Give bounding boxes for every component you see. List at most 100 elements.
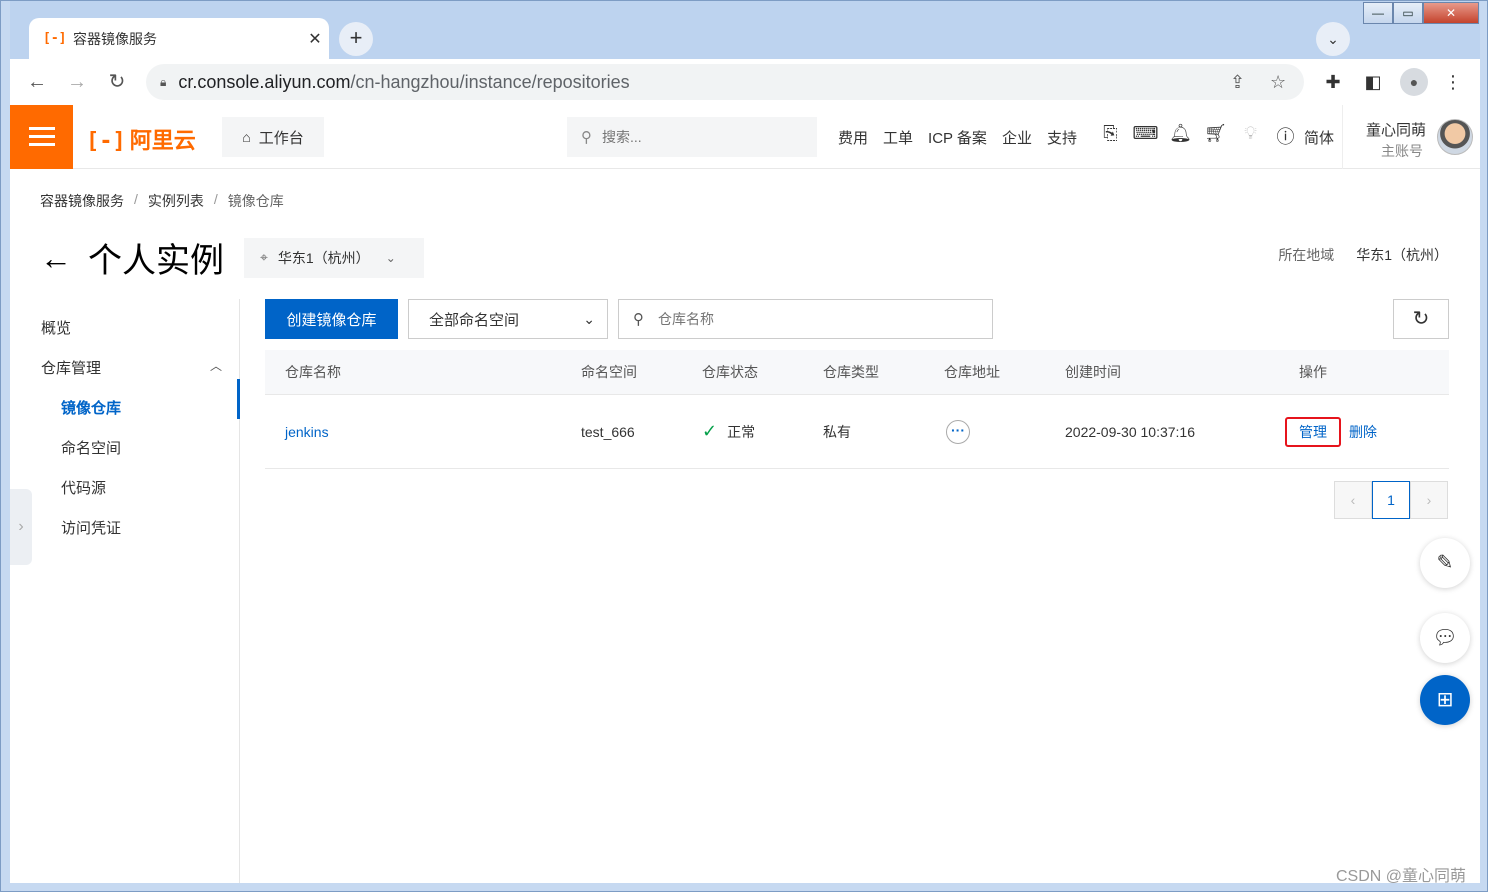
workbench-button[interactable]: ⌂ 工作台 bbox=[222, 117, 324, 157]
profile-avatar-icon[interactable]: ● bbox=[1400, 68, 1428, 96]
repo-search[interactable]: ⚲ bbox=[618, 299, 993, 339]
sidenav-repo-management[interactable]: 仓库管理 bbox=[41, 357, 101, 378]
help-icon[interactable]: ⓘ bbox=[1268, 123, 1303, 149]
topnav-icp[interactable]: ICP 备案 bbox=[928, 127, 987, 148]
lock-icon: 🔒︎ bbox=[160, 74, 167, 89]
back-icon[interactable]: ← bbox=[22, 67, 52, 97]
chat-icon[interactable]: 💬︎ bbox=[1420, 613, 1470, 663]
watermark: CSDN @童心同萌 bbox=[1336, 868, 1467, 885]
sidebar-toggle-chevron-icon[interactable]: › bbox=[10, 489, 32, 565]
console-page: [-]阿里云 ⌂ 工作台 ⚲ 费用 工单 ICP 备案 企业 支持 ⎘ ⌨ 🔔︎… bbox=[10, 105, 1480, 883]
repo-status: ✓ 正常 bbox=[702, 421, 756, 441]
language-switch[interactable]: 简体 bbox=[1304, 127, 1334, 148]
refresh-button[interactable]: ↻ bbox=[1393, 299, 1449, 339]
repo-namespace: test_666 bbox=[581, 423, 635, 440]
next-page-chevron-icon[interactable]: › bbox=[1410, 481, 1448, 519]
new-tab-button[interactable]: + bbox=[339, 22, 373, 56]
topnav-support[interactable]: 支持 bbox=[1047, 127, 1077, 148]
avatar[interactable] bbox=[1437, 119, 1473, 155]
col-address: 仓库地址 bbox=[944, 364, 1000, 380]
address-bar[interactable]: 🔒︎ cr.console.aliyun.com/cn-hangzhou/ins… bbox=[146, 64, 1304, 100]
breadcrumb: 容器镜像服务 / 实例列表 / 镜像仓库 bbox=[40, 191, 284, 211]
url-text: cr.console.aliyun.com/cn-hangzhou/instan… bbox=[178, 71, 630, 92]
create-repo-button[interactable]: 创建镜像仓库 bbox=[265, 299, 398, 339]
search-icon: ⚲ bbox=[581, 129, 592, 146]
window-close-button[interactable]: ✕ bbox=[1423, 2, 1479, 24]
col-repo-name: 仓库名称 bbox=[285, 364, 341, 380]
console-topbar: [-]阿里云 ⌂ 工作台 ⚲ 费用 工单 ICP 备案 企业 支持 ⎘ ⌨ 🔔︎… bbox=[10, 105, 1480, 169]
apps-grid-icon[interactable]: ⊞ bbox=[1420, 675, 1470, 725]
api-icon[interactable]: ⎘ bbox=[1093, 123, 1128, 149]
region-value: 华东1（杭州） bbox=[1356, 247, 1448, 263]
sidenav-code-source[interactable]: 代码源 bbox=[61, 477, 106, 498]
chevron-down-icon: ⌄ bbox=[385, 250, 396, 265]
top-links: 费用 工单 ICP 备案 企业 支持 bbox=[838, 127, 1092, 148]
namespace-select[interactable]: 全部命名空间 ⌄ bbox=[408, 299, 608, 339]
aliyun-favicon-icon: [-] bbox=[43, 30, 67, 46]
forward-icon[interactable]: → bbox=[62, 67, 92, 97]
window-controls: — ▭ ✕ bbox=[1363, 2, 1479, 24]
sidenav-namespace[interactable]: 命名空间 bbox=[61, 437, 121, 458]
extensions-puzzle-icon[interactable]: ✚ bbox=[1320, 69, 1346, 95]
pagination: ‹ 1 › bbox=[1334, 481, 1448, 519]
repo-actions: 管理 删除 bbox=[1285, 395, 1377, 468]
global-search-input[interactable] bbox=[602, 129, 792, 145]
share-icon[interactable]: ⇪ bbox=[1230, 72, 1245, 93]
global-search[interactable]: ⚲ bbox=[567, 117, 817, 157]
repo-type: 私有 bbox=[823, 423, 851, 440]
repo-name-link[interactable]: jenkins bbox=[285, 395, 329, 468]
chevron-up-icon[interactable]: ︿ bbox=[210, 357, 222, 374]
terminal-icon[interactable]: ⌨ bbox=[1128, 123, 1163, 149]
manage-link[interactable]: 管理 bbox=[1285, 416, 1341, 447]
cart-icon[interactable]: 🛒︎ bbox=[1198, 123, 1233, 149]
col-actions: 操作 bbox=[1299, 364, 1327, 380]
top-icons: ⎘ ⌨ 🔔︎ 🛒︎ 💡︎ ⓘ bbox=[1093, 123, 1303, 149]
edit-pencil-icon[interactable]: ✎ bbox=[1420, 538, 1470, 588]
topnav-enterprise[interactable]: 企业 bbox=[1002, 127, 1032, 148]
aliyun-logo[interactable]: [-] 阿里云 bbox=[86, 123, 196, 155]
sidenav-image-repo[interactable]: 镜像仓库 bbox=[61, 397, 121, 418]
notification-bell-icon[interactable]: 🔔︎ bbox=[1163, 123, 1198, 149]
menu-hamburger-icon[interactable] bbox=[10, 105, 73, 169]
topnav-fee[interactable]: 费用 bbox=[838, 127, 868, 148]
maximize-button[interactable]: ▭ bbox=[1393, 2, 1423, 24]
topnav-ticket[interactable]: 工单 bbox=[883, 127, 913, 148]
prev-page-chevron-icon[interactable]: ‹ bbox=[1334, 481, 1372, 519]
region-info: 所在地域 华东1（杭州） bbox=[1278, 245, 1448, 265]
repo-created: 2022-09-30 10:37:16 bbox=[1065, 423, 1195, 440]
sidenav-access-credential[interactable]: 访问凭证 bbox=[61, 517, 121, 538]
table-header: 仓库名称 命名空间 仓库状态 仓库类型 仓库地址 创建时间 操作 bbox=[265, 350, 1449, 395]
browser-toolbar: ← → ↻ 🔒︎ cr.console.aliyun.com/cn-hangzh… bbox=[10, 59, 1480, 105]
user-name: 童心同萌 bbox=[1366, 122, 1427, 139]
sidenav-active-marker bbox=[237, 379, 240, 419]
reload-icon[interactable]: ↻ bbox=[102, 67, 132, 97]
delete-link[interactable]: 删除 bbox=[1349, 422, 1377, 442]
more-dots-icon[interactable]: ··· bbox=[946, 419, 970, 444]
tab-title: 容器镜像服务 bbox=[73, 30, 157, 47]
user-account-type: 主账号 bbox=[1381, 143, 1423, 159]
home-icon: ⌂ bbox=[242, 129, 251, 145]
tab-close-icon[interactable]: ✕ bbox=[301, 29, 329, 49]
lightbulb-icon[interactable]: 💡︎ bbox=[1233, 123, 1268, 149]
search-icon: ⚲ bbox=[633, 311, 644, 328]
region-selector[interactable]: ⌖ 华东1（杭州） ⌄ bbox=[244, 237, 424, 278]
side-panel-icon[interactable]: ◧ bbox=[1360, 69, 1386, 95]
table-row: jenkins test_666 ✓ 正常 私有 ··· 2022-09-30 … bbox=[265, 395, 1449, 469]
title-row: ← 个人实例 ⌖ 华东1（杭州） ⌄ bbox=[40, 233, 424, 282]
page-1[interactable]: 1 bbox=[1372, 481, 1410, 519]
minimize-button[interactable]: — bbox=[1363, 2, 1393, 24]
check-icon: ✓ bbox=[702, 421, 718, 441]
col-status: 仓库状态 bbox=[702, 364, 758, 380]
browser-menu-icon[interactable]: ⋮ bbox=[1440, 69, 1466, 95]
browser-tab[interactable]: [-] 容器镜像服务 ✕ bbox=[29, 18, 329, 59]
sidenav-overview[interactable]: 概览 bbox=[41, 317, 71, 338]
user-menu[interactable]: 童心同萌 主账号 bbox=[1342, 105, 1480, 169]
tab-search-chevron-icon[interactable]: ⌄ bbox=[1316, 22, 1350, 56]
col-created: 创建时间 bbox=[1065, 364, 1121, 380]
bookmark-star-icon[interactable]: ☆ bbox=[1270, 72, 1286, 93]
breadcrumb-cr-service[interactable]: 容器镜像服务 bbox=[40, 191, 124, 211]
breadcrumb-instance-list[interactable]: 实例列表 bbox=[148, 191, 204, 211]
col-type: 仓库类型 bbox=[823, 364, 879, 380]
repo-search-input[interactable] bbox=[658, 311, 958, 327]
back-arrow-icon[interactable]: ← bbox=[40, 238, 72, 278]
